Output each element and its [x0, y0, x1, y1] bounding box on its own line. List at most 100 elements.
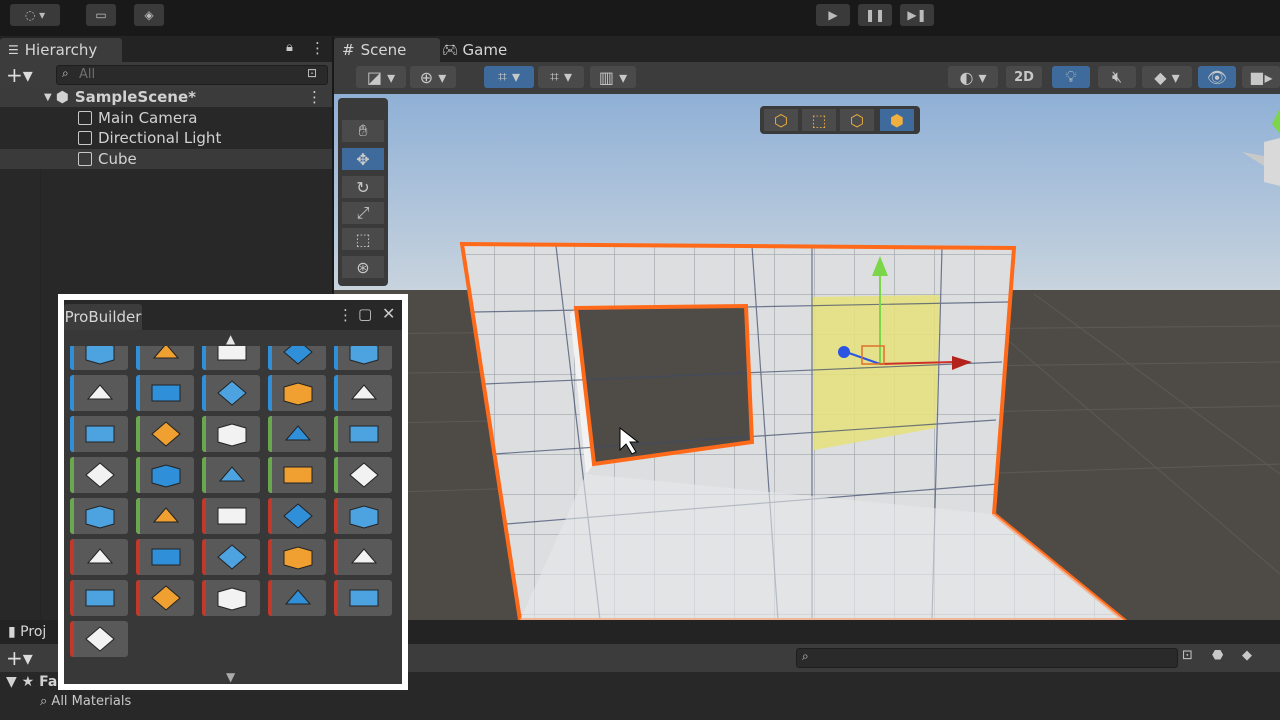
- grid-snap-button[interactable]: ⌗ ▾: [484, 66, 534, 88]
- extrude-button[interactable]: [334, 457, 392, 493]
- close-icon[interactable]: ✕: [382, 304, 395, 323]
- merge-icon: [217, 380, 247, 406]
- select-loop-button[interactable]: [202, 498, 260, 534]
- scale-tool-button[interactable]: ⤢: [342, 202, 384, 224]
- smoothing-button[interactable]: [334, 346, 392, 370]
- tab-hierarchy[interactable]: ☰ Hierarchy: [0, 38, 122, 62]
- search-by-label-icon[interactable]: ⬣: [1212, 648, 1223, 663]
- select-ring-button[interactable]: [268, 498, 326, 534]
- scroll-up-icon[interactable]: ▲: [226, 332, 235, 346]
- pro-builderize-icon: [350, 384, 378, 400]
- new-poly-shape-button[interactable]: [70, 375, 128, 411]
- maximize-icon[interactable]: ▢: [358, 305, 372, 323]
- list-item[interactable]: Directional Light: [0, 128, 332, 148]
- more-options-icon[interactable]: ⋮: [310, 39, 325, 57]
- effects-button[interactable]: ◆ ▾: [1142, 66, 1192, 88]
- set-trigger-button[interactable]: [70, 457, 128, 493]
- scroll-down-icon[interactable]: ▼: [226, 670, 235, 684]
- scene-viewport[interactable]: ✋︎ ✥ ↻ ⤢ ⬚ ⊛ ⬡ ⬚ ⬡ ⬢: [334, 94, 1280, 620]
- search-filter-icon[interactable]: ⊡: [307, 66, 317, 80]
- scene-menu-icon[interactable]: ⋮: [307, 88, 322, 106]
- duplicate-icon: [283, 546, 313, 570]
- grid-visibility-button[interactable]: ▥ ▾: [590, 66, 636, 88]
- rotate-icon: ↻: [356, 177, 370, 197]
- expand-arrow-icon[interactable]: ▼: [44, 92, 52, 103]
- all-materials-item[interactable]: ⌕ All Materials: [40, 694, 131, 709]
- project-search-input[interactable]: ⌕: [796, 648, 1178, 668]
- toggle-select-back-button[interactable]: [70, 621, 128, 657]
- audio-toggle-button[interactable]: 🔇︎: [1098, 66, 1136, 88]
- split-button[interactable]: [202, 580, 260, 616]
- move-tool-button[interactable]: ✥: [342, 148, 384, 170]
- connect-button[interactable]: [136, 539, 194, 575]
- draw-mode-button[interactable]: ◪ ▾: [356, 66, 406, 88]
- bridge-button[interactable]: [70, 539, 128, 575]
- triangulate-button[interactable]: [202, 457, 260, 493]
- lock-icon[interactable]: 🔒︎: [286, 40, 293, 55]
- list-item[interactable]: Cube: [0, 149, 332, 169]
- shrink-selection-button[interactable]: [136, 498, 194, 534]
- hierarchy-search-input[interactable]: ⌕ All ⊡: [56, 65, 328, 85]
- pro-builderize-button[interactable]: [334, 375, 392, 411]
- lighting-toggle-button[interactable]: 💡︎: [1052, 66, 1090, 88]
- toggle-2d-button[interactable]: 2D: [1006, 66, 1042, 88]
- hidden-objects-toggle[interactable]: 👁︎: [1198, 66, 1236, 88]
- tab-scene[interactable]: # Scene: [334, 38, 440, 62]
- scene-row[interactable]: ▼ ⬢ SampleScene* ⋮: [0, 87, 332, 107]
- export-button[interactable]: [202, 416, 260, 452]
- create-asset-button[interactable]: +▾: [6, 646, 33, 670]
- duplicate-button[interactable]: [268, 539, 326, 575]
- vertex-mode-button[interactable]: ⬚: [802, 109, 836, 131]
- merge-faces-button[interactable]: [70, 580, 128, 616]
- tab-project[interactable]: ▮ Proj: [8, 624, 46, 640]
- face-mode-button[interactable]: ⬢: [880, 109, 914, 131]
- hand-tool-button[interactable]: ✋︎: [342, 120, 384, 142]
- camera-settings-button[interactable]: ■▸: [1242, 66, 1280, 88]
- tab-probuilder[interactable]: ProBuilder: [64, 304, 142, 330]
- vertex-colors-button[interactable]: [268, 346, 326, 370]
- rotate-tool-button[interactable]: ↻: [342, 176, 384, 198]
- weld-button[interactable]: [268, 580, 326, 616]
- center-pivot-button[interactable]: [70, 416, 128, 452]
- bevel-button[interactable]: [268, 457, 326, 493]
- list-item[interactable]: Main Camera: [0, 108, 332, 128]
- set-pivot-icon: [151, 585, 181, 611]
- rect-tool-button[interactable]: ⬚: [342, 228, 384, 250]
- lightmap-uv-button[interactable]: [268, 375, 326, 411]
- subdivide-button[interactable]: [136, 457, 194, 493]
- material-editor-button[interactable]: [136, 346, 194, 370]
- shading-mode-button[interactable]: ◐ ▾: [948, 66, 998, 88]
- insert-edge-loop-button[interactable]: [334, 539, 392, 575]
- mirror-button[interactable]: [136, 375, 194, 411]
- grow-selection-button[interactable]: [70, 498, 128, 534]
- object-mode-button[interactable]: ⬡: [764, 109, 798, 131]
- tab-game[interactable]: 🎮︎ Game: [434, 38, 522, 62]
- add-object-button[interactable]: +▾: [6, 63, 33, 87]
- weld-icon: [284, 589, 312, 605]
- merge-button[interactable]: [202, 375, 260, 411]
- step-button[interactable]: ▶❚: [900, 4, 934, 26]
- shape-tool-button[interactable]: [70, 346, 128, 370]
- collab-button[interactable]: ▭: [86, 4, 116, 26]
- account-button[interactable]: ◌ ▾: [10, 4, 60, 26]
- gameobject-icon: [78, 131, 92, 145]
- flip-normals-button[interactable]: [268, 416, 326, 452]
- edge-mode-button[interactable]: ⬡: [840, 109, 874, 131]
- freeze-transform-button[interactable]: [334, 416, 392, 452]
- set-pivot-button[interactable]: [136, 580, 194, 616]
- collapse-button[interactable]: [334, 580, 392, 616]
- services-button[interactable]: ◈: [134, 4, 164, 26]
- pause-button[interactable]: ❚❚: [858, 4, 892, 26]
- uv-editor-button[interactable]: [202, 346, 260, 370]
- global-local-button[interactable]: ⊕ ▾: [410, 66, 456, 88]
- increment-snap-button[interactable]: ⌗ ▾: [538, 66, 584, 88]
- more-options-icon[interactable]: ⋮: [338, 306, 353, 324]
- detach-button[interactable]: [202, 539, 260, 575]
- search-by-type-icon[interactable]: ⊡: [1182, 648, 1193, 663]
- transform-tool-button[interactable]: ⊛: [342, 256, 384, 278]
- fill-hole-button[interactable]: [334, 498, 392, 534]
- play-button[interactable]: ▶: [816, 4, 850, 26]
- tag-icon[interactable]: ◆: [1242, 648, 1252, 663]
- conform-normals-button[interactable]: [136, 416, 194, 452]
- favorites-row[interactable]: ▼ ★ Fa: [6, 674, 57, 690]
